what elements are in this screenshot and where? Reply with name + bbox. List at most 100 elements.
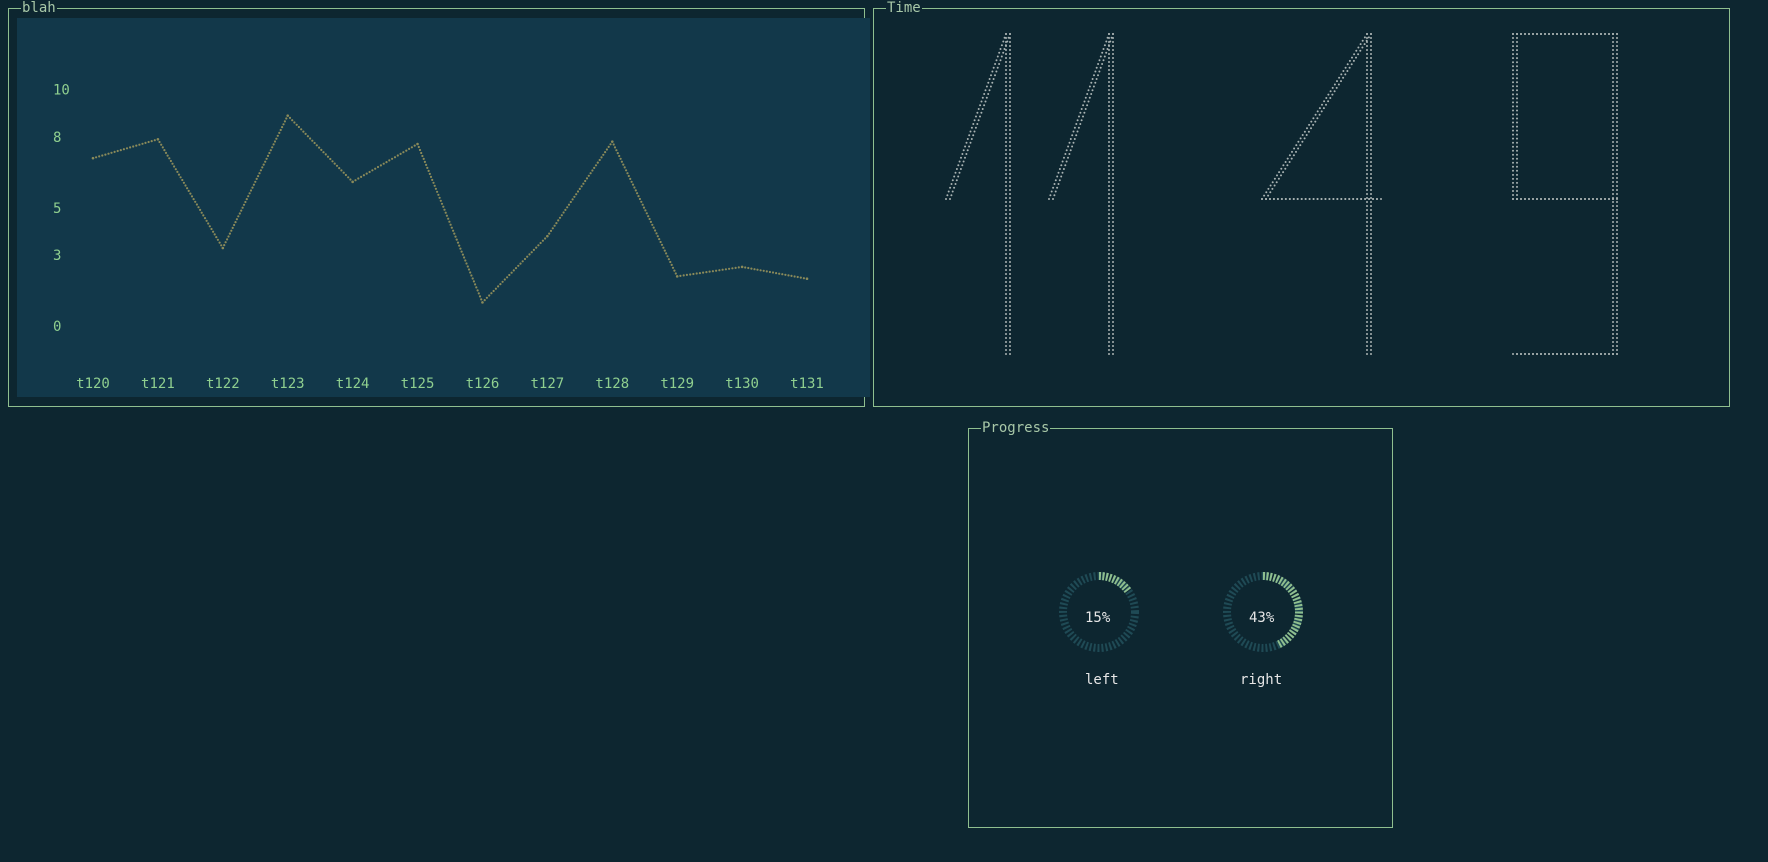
line-dot <box>591 169 594 172</box>
line-dot <box>202 214 205 217</box>
x-tick-label: t131 <box>790 376 824 392</box>
line-dot <box>174 168 177 171</box>
line-dot <box>702 271 705 274</box>
big-clock-display <box>945 33 1618 355</box>
line-dot <box>440 202 444 205</box>
chart-panel-title: blah <box>21 0 57 16</box>
line-dot <box>692 272 695 276</box>
line-dot <box>331 160 334 163</box>
line-dot <box>368 170 371 174</box>
line-dot <box>199 208 202 211</box>
line-dot <box>238 212 241 215</box>
y-tick-label: 10 <box>53 83 70 99</box>
line-dot <box>602 153 605 156</box>
line-dot <box>724 268 728 271</box>
data-point <box>221 246 225 250</box>
line-dot <box>517 264 520 267</box>
line-dot <box>667 258 671 261</box>
line-dot <box>437 193 440 196</box>
line-dot <box>557 219 560 222</box>
line-dot <box>147 140 150 144</box>
line-dot <box>698 272 702 275</box>
gauge-left-percent: 15% <box>1085 610 1111 626</box>
line-dot <box>560 214 563 217</box>
line-dot <box>272 143 275 146</box>
line-dot <box>656 235 659 238</box>
line-dot <box>604 151 607 154</box>
line-chart: 0 3 5 8 10 t120 t121 t122 t123 t124 t125 t126 t127 t1… <box>53 83 824 392</box>
line-dot <box>541 239 545 242</box>
line-dot <box>374 167 377 170</box>
line-dot <box>532 248 536 251</box>
line-dot <box>158 140 161 144</box>
line-dot <box>385 161 388 164</box>
line-dot <box>671 266 675 269</box>
line-dot <box>802 277 806 280</box>
line-dot <box>465 262 468 265</box>
line-dot <box>216 238 219 241</box>
line-dot <box>765 270 768 273</box>
chart-panel: blah 0 3 5 8 10 t120 t121 t122 t123 t124 t125 t126 t… <box>8 0 870 407</box>
line-dot <box>459 247 462 250</box>
x-tick-label: t129 <box>660 376 694 392</box>
line-dot <box>265 157 268 160</box>
line-dot <box>460 250 463 253</box>
line-dot <box>497 285 500 288</box>
line-dot <box>261 166 264 169</box>
line-dot <box>466 265 469 268</box>
line-dot <box>478 295 482 298</box>
line-dot <box>771 271 775 274</box>
line-dot <box>192 198 195 201</box>
line-dot <box>762 269 765 272</box>
line-dot <box>215 236 218 239</box>
line-dot <box>711 270 715 273</box>
line-dot <box>642 206 646 209</box>
line-dot <box>637 195 640 198</box>
data-point <box>351 180 354 184</box>
line-dot <box>472 280 475 283</box>
line-dot <box>241 206 244 209</box>
line-dot <box>203 217 207 220</box>
line-dot <box>607 145 610 148</box>
line-dot <box>426 166 429 169</box>
line-dot <box>461 253 464 256</box>
clock-digit <box>1048 33 1114 355</box>
line-dot <box>182 181 185 184</box>
line-dot <box>589 172 592 175</box>
line-dot <box>508 273 511 277</box>
line-dot <box>283 120 286 123</box>
line-dot <box>101 154 104 157</box>
line-dot <box>562 211 565 214</box>
data-point <box>416 142 419 146</box>
line-dot <box>705 271 708 274</box>
line-dot <box>169 159 172 163</box>
line-dot <box>663 249 666 252</box>
line-dot <box>195 203 198 206</box>
line-dot <box>501 280 504 283</box>
line-dot <box>347 176 350 179</box>
x-tick-label: t120 <box>76 376 110 392</box>
line-dot <box>558 216 562 219</box>
line-dot <box>160 143 163 146</box>
x-tick-label: t130 <box>725 376 759 392</box>
line-dot <box>255 177 258 180</box>
line-dot <box>439 199 442 202</box>
y-tick-label: 3 <box>53 248 61 264</box>
line-dot <box>523 257 527 261</box>
line-dot <box>569 200 572 204</box>
line-dot <box>567 203 571 206</box>
line-dot <box>512 269 515 272</box>
data-point <box>546 234 549 238</box>
line-dot <box>734 266 737 269</box>
line-dot <box>648 217 651 221</box>
line-dot <box>475 286 478 289</box>
data-point <box>481 301 484 304</box>
line-dot <box>269 149 272 152</box>
line-dot <box>302 130 305 133</box>
line-dot <box>171 162 174 165</box>
line-dot <box>318 146 321 149</box>
line-dot <box>634 189 637 192</box>
line-dot <box>658 238 661 241</box>
line-dot <box>208 225 211 228</box>
line-dot <box>618 154 621 158</box>
